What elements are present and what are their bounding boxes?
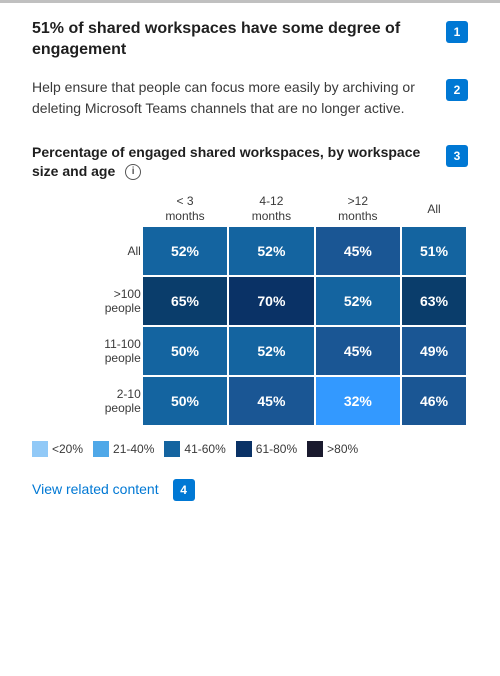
- table-row: 11-100people50%52%45%49%: [32, 326, 467, 376]
- cell-r1-c2: 52%: [315, 276, 401, 326]
- chart-header: Percentage of engaged shared workspaces,…: [32, 143, 468, 182]
- description-badge: 2: [446, 79, 468, 101]
- cell-r1-c1: 70%: [228, 276, 314, 326]
- col-header-3: All: [401, 194, 467, 226]
- cell-r0-c0: 52%: [142, 226, 228, 276]
- chart-badge: 3: [446, 145, 468, 167]
- cell-r0-c3: 51%: [401, 226, 467, 276]
- cell-r3-c1: 45%: [228, 376, 314, 426]
- cell-r0-c2: 45%: [315, 226, 401, 276]
- chart-legend: <20% 21-40% 41-60% 61-80% >80%: [32, 441, 468, 457]
- legend-color-4: [307, 441, 323, 457]
- cell-r0-c1: 52%: [228, 226, 314, 276]
- cell-r2-c0: 50%: [142, 326, 228, 376]
- col-header-0: < 3months: [142, 194, 228, 226]
- page-title: 51% of shared workspaces have some degre…: [32, 19, 438, 61]
- cell-r2-c2: 45%: [315, 326, 401, 376]
- view-related-section: View related content 4: [32, 477, 468, 501]
- table-row: >100people65%70%52%63%: [32, 276, 467, 326]
- legend-color-3: [236, 441, 252, 457]
- legend-item-3: 61-80%: [236, 441, 297, 457]
- col-header-2: >12months: [315, 194, 401, 226]
- cell-r1-c0: 65%: [142, 276, 228, 326]
- legend-color-0: [32, 441, 48, 457]
- title-badge: 1: [446, 21, 468, 43]
- row-label-2: 11-100people: [32, 326, 142, 376]
- chart-section: Percentage of engaged shared workspaces,…: [32, 143, 468, 457]
- legend-item-4: >80%: [307, 441, 358, 457]
- cell-r2-c1: 52%: [228, 326, 314, 376]
- legend-item-1: 21-40%: [93, 441, 154, 457]
- table-row: 2-10people50%45%32%46%: [32, 376, 467, 426]
- chart-title-row: Percentage of engaged shared workspaces,…: [32, 143, 438, 182]
- description-text: Help ensure that people can focus more e…: [32, 77, 438, 119]
- col-header-1: 4-12months: [228, 194, 314, 226]
- title-section: 51% of shared workspaces have some degre…: [32, 19, 468, 61]
- data-table: < 3months4-12months>12monthsAllAll52%52%…: [32, 194, 468, 427]
- legend-item-2: 41-60%: [164, 441, 225, 457]
- legend-color-1: [93, 441, 109, 457]
- cell-r1-c3: 63%: [401, 276, 467, 326]
- cell-r3-c2: 32%: [315, 376, 401, 426]
- cell-r3-c3: 46%: [401, 376, 467, 426]
- cell-r3-c0: 50%: [142, 376, 228, 426]
- row-label-0: All: [32, 226, 142, 276]
- legend-color-2: [164, 441, 180, 457]
- cell-r2-c3: 49%: [401, 326, 467, 376]
- legend-item-0: <20%: [32, 441, 83, 457]
- row-label-1: >100people: [32, 276, 142, 326]
- info-icon[interactable]: i: [125, 164, 141, 180]
- description-section: Help ensure that people can focus more e…: [32, 77, 468, 119]
- table-row: All52%52%45%51%: [32, 226, 467, 276]
- top-border: [0, 0, 500, 3]
- view-related-badge: 4: [173, 479, 195, 501]
- page-container: 51% of shared workspaces have some degre…: [0, 19, 500, 525]
- view-related-link[interactable]: View related content: [32, 481, 159, 497]
- row-label-3: 2-10people: [32, 376, 142, 426]
- chart-title: Percentage of engaged shared workspaces,…: [32, 143, 438, 182]
